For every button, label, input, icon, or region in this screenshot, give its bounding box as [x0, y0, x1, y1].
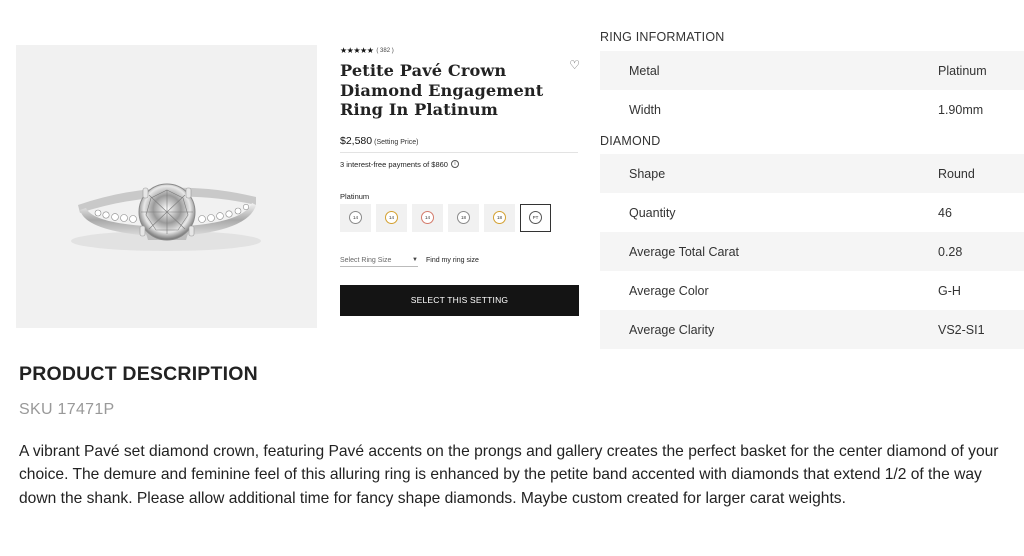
metal-label: Platinum [340, 191, 370, 201]
installment-text: 3 interest-free payments of $860 [340, 159, 448, 169]
specifications: RING INFORMATION Metal Platinum Width 1.… [600, 29, 1024, 349]
description-text: A vibrant Pavé set diamond crown, featur… [19, 443, 999, 507]
ring-information-table: Metal Platinum Width 1.90mm [600, 51, 1024, 129]
spec-label: Metal [629, 63, 660, 78]
review-count[interactable]: ( 382 ) [376, 48, 393, 54]
spec-value: Round [938, 166, 975, 181]
metal-swatch-label: 14 [349, 211, 362, 224]
spec-label: Average Clarity [629, 322, 715, 337]
metal-swatch[interactable]: 18 [448, 203, 479, 232]
table-row: Width 1.90mm [600, 90, 1024, 129]
star-rating-icon: ★★★★★ [340, 46, 374, 55]
metal-swatch-label: 18 [493, 211, 506, 224]
table-row: Average Color G-H [600, 271, 1024, 310]
product-title: Petite Pavé Crown Diamond Engagement Rin… [340, 61, 544, 119]
ring-information-heading: RING INFORMATION [600, 30, 725, 44]
table-row: Average Total Carat 0.28 [600, 232, 1024, 271]
metal-swatch-label: 14 [421, 211, 434, 224]
diamond-table: Shape Round Quantity 46 Average Total Ca… [600, 154, 1024, 349]
price: $2,580 [340, 134, 373, 147]
ring-size-placeholder: Select Ring Size [340, 256, 392, 264]
spec-value: 0.28 [938, 244, 963, 259]
sku: SKU 17471P [19, 401, 115, 418]
heart-icon[interactable]: ♡ [569, 59, 580, 71]
find-ring-size-link[interactable]: Find my ring size [426, 257, 479, 267]
installment-info: 3 interest-free payments of $860 i [340, 160, 580, 169]
ring-image [71, 183, 261, 251]
product-summary: ★★★★★ ( 382 ) Petite Pavé Crown Diamond … [340, 45, 580, 316]
product-description: PRODUCT DESCRIPTION SKU 17471P A vibrant… [19, 363, 1019, 510]
metal-swatch-selected[interactable]: PT [520, 203, 551, 232]
table-row: Metal Platinum [600, 51, 1024, 90]
spec-label: Width [629, 102, 661, 117]
metal-swatch[interactable]: 18 [484, 203, 515, 232]
description-title: PRODUCT DESCRIPTION [19, 363, 258, 385]
metal-swatch-label: 18 [457, 211, 470, 224]
product-image[interactable] [16, 45, 317, 328]
spec-label: Shape [629, 166, 666, 181]
metal-swatch[interactable]: 14 [340, 203, 371, 232]
table-row: Average Clarity VS2-SI1 [600, 310, 1024, 349]
price-note: (Setting Price) [374, 138, 419, 146]
spec-value: 1.90mm [938, 102, 984, 117]
rating[interactable]: ★★★★★ ( 382 ) [340, 45, 580, 57]
spec-value: Platinum [938, 63, 987, 78]
metal-swatch-label: 14 [385, 211, 398, 224]
spec-value: G-H [938, 283, 961, 298]
price-row: $2,580 (Setting Price) [340, 135, 578, 153]
spec-label: Quantity [629, 205, 676, 220]
select-setting-button[interactable]: SELECT THIS SETTING [340, 284, 579, 316]
metal-swatches: 14 14 14 18 18 PT [340, 203, 580, 232]
spec-value: 46 [938, 205, 952, 220]
chevron-down-icon: ▼ [412, 256, 418, 263]
metal-swatch-label: PT [529, 211, 542, 224]
info-icon[interactable]: i [450, 160, 459, 168]
spec-label: Average Color [629, 283, 709, 298]
metal-swatch[interactable]: 14 [412, 203, 443, 232]
diamond-heading: DIAMOND [600, 134, 661, 148]
spec-value: VS2-SI1 [938, 322, 985, 337]
spec-label: Average Total Carat [629, 244, 740, 259]
metal-swatch[interactable]: 14 [376, 203, 407, 232]
ring-size-select[interactable]: Select Ring Size ▼ [340, 257, 418, 267]
table-row: Quantity 46 [600, 193, 1024, 232]
table-row: Shape Round [600, 154, 1024, 193]
